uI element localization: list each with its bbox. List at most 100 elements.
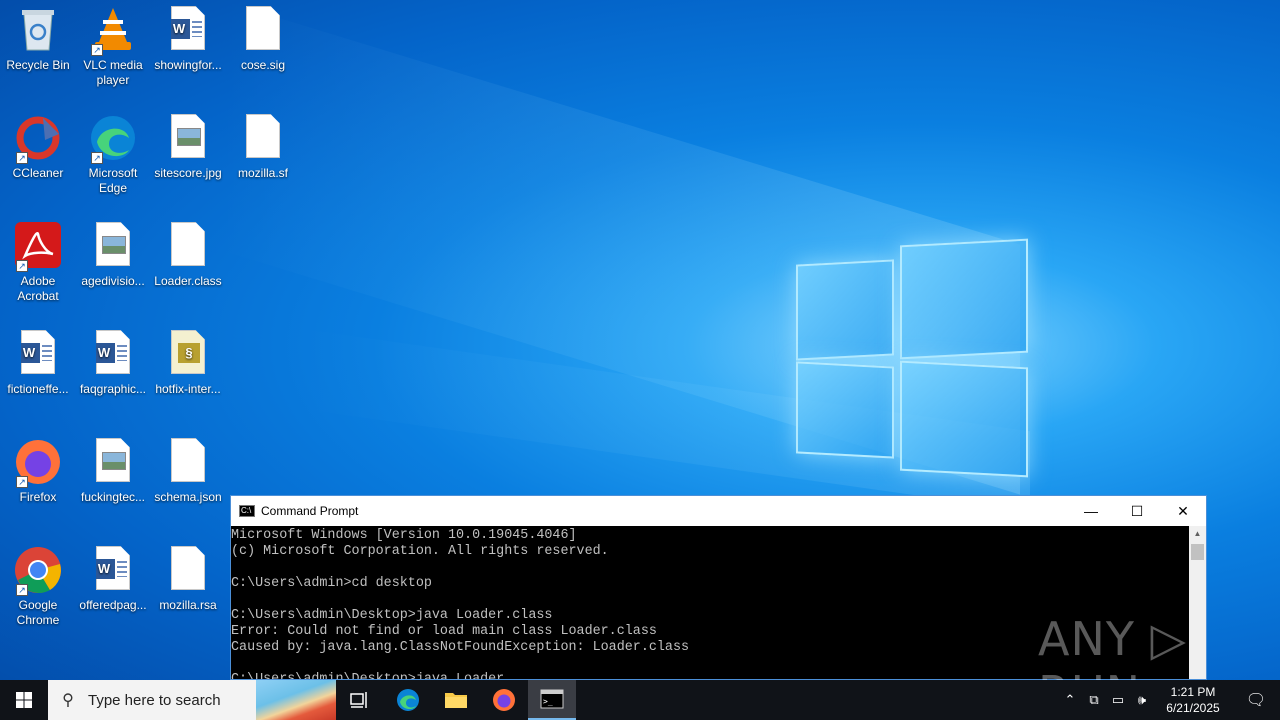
desktop-icon-label: sitescore.jpg [154, 166, 222, 180]
desktop-icon-label: schema.json [154, 490, 222, 504]
taskbar-command-prompt[interactable]: >_ [528, 680, 576, 720]
notifications-icon[interactable]: 🗨 [1232, 690, 1280, 710]
desktop-icon[interactable]: Recycle Bin [0, 0, 76, 73]
desktop-icon-label: cose.sig [240, 58, 286, 72]
search-icon: ⚲ [62, 692, 74, 709]
windows-wallpaper-logo [796, 238, 1030, 480]
file-icon [164, 546, 212, 594]
desktop-icon-label: mozilla.sf [237, 166, 288, 180]
cmd-icon: >_ [540, 689, 564, 709]
desktop-icon[interactable]: ↗ Firefox [0, 432, 76, 505]
desktop-icon[interactable]: cose.sig [225, 0, 301, 73]
system-tray: ⌃ ⧉ ▭ 🕪 1:21 PM 6/21/2025 🗨 [1058, 680, 1280, 720]
desktop-icon[interactable]: Wfaqgraphic... [75, 324, 151, 397]
folder-icon [445, 693, 467, 708]
desktop-icon-label: CCleaner [12, 166, 64, 180]
desktop-icon-label: VLC media player [83, 58, 143, 87]
desktop-icon-label: offeredpag... [79, 598, 147, 612]
ccleaner-icon: ↗ [14, 114, 62, 164]
image-icon [164, 114, 212, 162]
search-placeholder: Type here to search [88, 691, 221, 709]
network-icon[interactable]: ▭ [1106, 692, 1130, 708]
desktop-icon-label: fictioneffe... [7, 382, 69, 396]
vlc-icon: ↗ [89, 6, 137, 56]
desktop-icon-label: Google Chrome [16, 598, 60, 627]
show-hidden-icons-icon[interactable]: ⌃ [1058, 692, 1082, 708]
desktop-icon-label: Adobe Acrobat [17, 274, 59, 303]
console-line: (c) Microsoft Corporation. All rights re… [231, 544, 609, 559]
desktop-icon[interactable]: ↗ VLC media player [75, 0, 151, 88]
close-button[interactable]: ✕ [1160, 496, 1206, 526]
chrome-icon: ↗ [14, 546, 62, 596]
taskbar-edge[interactable] [384, 680, 432, 720]
desktop-icon[interactable]: sitescore.jpg [150, 108, 226, 181]
word-doc-icon: W [89, 330, 137, 378]
svg-text:>_: >_ [543, 697, 553, 706]
desktop-icon-label: Microsoft Edge [88, 166, 138, 195]
console-line: Microsoft Windows [Version 10.0.19045.40… [231, 528, 577, 543]
firefox-icon: ↗ [14, 438, 62, 488]
scroll-thumb[interactable] [1191, 544, 1204, 560]
desktop-icon-label: showingfor... [154, 58, 222, 72]
script-icon: § [164, 330, 212, 378]
search-highlight-image [256, 680, 336, 720]
image-icon [89, 222, 137, 270]
word-doc-icon: W [14, 330, 62, 378]
desktop-icon[interactable]: ↗ CCleaner [0, 108, 76, 181]
clock-date: 6/21/2025 [1166, 701, 1220, 715]
taskbar-search-box[interactable]: ⚲ Type here to search [48, 680, 336, 720]
firefox-icon [493, 689, 515, 711]
file-icon [164, 438, 212, 486]
task-view-button[interactable] [336, 680, 384, 720]
desktop-icon[interactable]: Wfictioneffe... [0, 324, 76, 397]
clock[interactable]: 1:21 PM 6/21/2025 [1154, 684, 1232, 716]
recycle-bin-icon [14, 6, 62, 54]
cmd-app-icon: C:\ [239, 505, 255, 517]
start-button[interactable] [0, 680, 48, 720]
desktop-icon-label: fuckingtec... [80, 490, 146, 504]
desktop-icon-label: Recycle Bin [6, 58, 70, 72]
windows-icon [16, 692, 32, 708]
edge-icon [397, 689, 419, 711]
scroll-up-arrow-icon[interactable]: ▲ [1189, 526, 1206, 542]
desktop-icon[interactable]: schema.json [150, 432, 226, 505]
edge-icon: ↗ [89, 114, 137, 164]
desktop-icon[interactable]: ↗ Microsoft Edge [75, 108, 151, 196]
volume-icon[interactable]: 🕪 [1130, 692, 1154, 708]
image-icon [89, 438, 137, 486]
task-view-icon [350, 692, 367, 708]
console-line: C:\Users\admin>cd desktop [231, 576, 432, 591]
clock-time: 1:21 PM [1170, 685, 1216, 699]
desktop-icon-label: agedivisio... [81, 274, 145, 288]
network-adapter-icon[interactable]: ⧉ [1082, 692, 1106, 708]
desktop-icon-label: Firefox [19, 490, 57, 504]
minimize-button[interactable]: — [1068, 496, 1114, 526]
file-icon [239, 114, 287, 162]
desktop-icon[interactable]: mozilla.sf [225, 108, 301, 181]
desktop-icon[interactable]: Loader.class [150, 216, 226, 289]
file-icon [239, 6, 287, 54]
desktop-icon[interactable]: mozilla.rsa [150, 540, 226, 613]
desktop-icon[interactable]: § hotfix-inter... [150, 324, 226, 397]
desktop-icon[interactable]: ↗ Adobe Acrobat [0, 216, 76, 304]
desktop-icon[interactable]: fuckingtec... [75, 432, 151, 505]
desktop-icon-label: Loader.class [154, 274, 222, 288]
taskbar-firefox[interactable] [480, 680, 528, 720]
desktop-icon[interactable]: ↗ Google Chrome [0, 540, 76, 628]
cmd-titlebar[interactable]: C:\ Command Prompt — ☐ ✕ [231, 496, 1206, 526]
maximize-button[interactable]: ☐ [1114, 496, 1160, 526]
desktop-icon[interactable]: agedivisio... [75, 216, 151, 289]
word-doc-icon: W [89, 546, 137, 594]
word-doc-icon: W [164, 6, 212, 54]
cmd-title: Command Prompt [261, 504, 359, 518]
desktop-icon[interactable]: Wofferedpag... [75, 540, 151, 613]
desktop-icon-label: faqgraphic... [79, 382, 147, 396]
desktop-icon[interactable]: Wshowingfor... [150, 0, 226, 73]
desktop-icon-label: mozilla.rsa [159, 598, 217, 612]
acrobat-icon: ↗ [14, 222, 62, 272]
desktop-icon-label: hotfix-inter... [155, 382, 221, 396]
taskbar-file-explorer[interactable] [432, 680, 480, 720]
taskbar: ⚲ Type here to search >_ ⌃ ⧉ ▭ 🕪 1:21 PM… [0, 680, 1280, 720]
